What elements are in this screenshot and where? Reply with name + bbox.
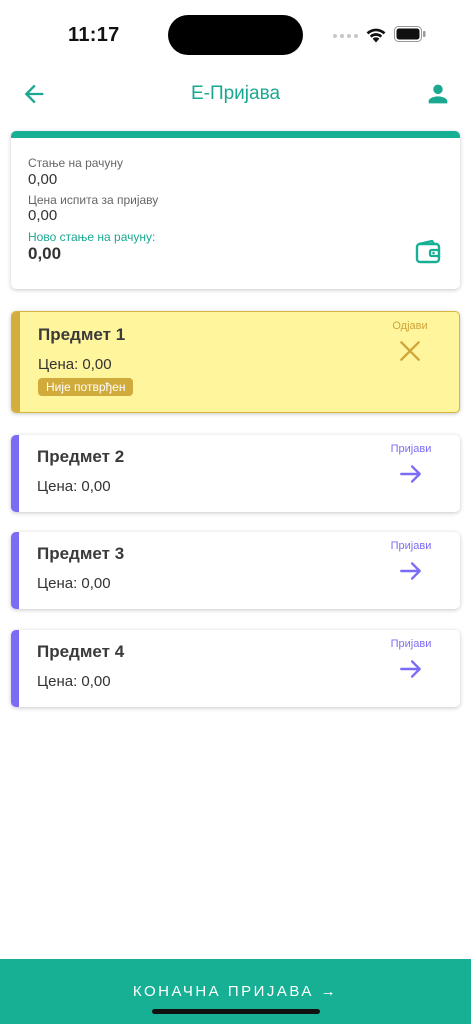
subject-name: Предмет 4: [37, 642, 125, 661]
subject-price: Цена: 0,00: [37, 673, 111, 690]
subject-accent-bar: [12, 312, 20, 412]
register-button[interactable]: Пријави: [376, 443, 446, 487]
subject-accent-bar: [11, 532, 19, 609]
home-indicator: [152, 1009, 320, 1014]
status-badge: Није потврђен: [38, 378, 134, 396]
subject-accent-bar: [11, 630, 19, 707]
unregister-label: Одјави: [392, 320, 428, 332]
cellular-signal-icon: [333, 34, 358, 38]
subject-card-1[interactable]: Предмет 1 Цена: 0,00 Није потврђен Одјав…: [11, 311, 460, 413]
exam-price-value: 0,00: [28, 207, 58, 224]
subject-card-3[interactable]: Предмет 3 Цена: 0,00 Пријави: [11, 532, 460, 609]
wallet-icon: [415, 239, 441, 264]
status-bar: 11:17: [0, 0, 471, 70]
exam-price-label: Цена испита за пријаву: [28, 193, 159, 207]
arrow-right-icon: [400, 465, 421, 483]
register-label: Пријави: [390, 540, 432, 552]
register-button[interactable]: Пријави: [376, 638, 446, 682]
subject-name: Предмет 1: [38, 325, 126, 344]
battery-icon: [394, 26, 426, 42]
subject-price: Цена: 0,00: [37, 575, 111, 592]
subject-name: Предмет 2: [37, 447, 125, 466]
register-label: Пријави: [390, 443, 432, 455]
current-balance-label: Стање на рачуну: [28, 156, 124, 170]
unregister-button[interactable]: Одјави: [375, 320, 445, 364]
arrow-right-icon: [400, 562, 421, 580]
subject-name: Предмет 3: [37, 544, 125, 563]
subject-accent-bar: [11, 435, 19, 512]
final-registration-label: КОНАЧНА ПРИЈАВА →: [132, 983, 339, 1000]
subject-card-2[interactable]: Предмет 2 Цена: 0,00 Пријави: [11, 435, 460, 512]
profile-icon[interactable]: [424, 80, 452, 108]
subject-price: Цена: 0,00: [38, 356, 112, 373]
balance-card-strip: [11, 131, 460, 138]
dynamic-island: [168, 15, 303, 55]
subject-card-4[interactable]: Предмет 4 Цена: 0,00 Пријави: [11, 630, 460, 707]
final-registration-button[interactable]: КОНАЧНА ПРИЈАВА →: [0, 959, 471, 1024]
register-label: Пријави: [390, 638, 432, 650]
app-header: Е-Пријава: [0, 74, 471, 116]
close-icon: [400, 341, 420, 361]
subject-price: Цена: 0,00: [37, 478, 111, 495]
wifi-icon: [366, 28, 386, 43]
status-time: 11:17: [68, 24, 120, 46]
balance-card: Стање на рачуну 0,00 Цена испита за приј…: [11, 131, 460, 289]
new-balance-label: Ново стање на рачуну:: [28, 230, 156, 244]
new-balance-value: 0,00: [28, 244, 62, 263]
page-title: Е-Пријава: [190, 83, 281, 104]
arrow-right-icon: [400, 660, 421, 678]
current-balance-value: 0,00: [28, 171, 58, 188]
register-button[interactable]: Пријави: [376, 540, 446, 584]
